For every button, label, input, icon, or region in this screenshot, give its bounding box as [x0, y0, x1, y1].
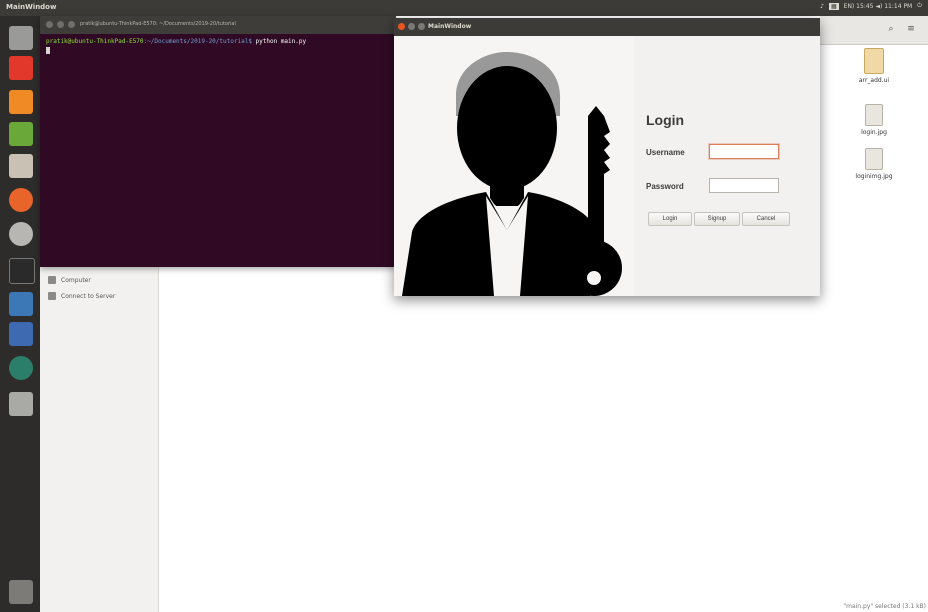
close-icon[interactable] — [46, 21, 53, 28]
user-key-illustration — [402, 52, 622, 296]
file-login-jpg[interactable]: login.jpg — [844, 104, 904, 136]
firefox-icon[interactable] — [9, 188, 33, 212]
prompt-path: :~/Documents/2019-20/tutorial$ — [143, 38, 252, 45]
login-window-titlebar[interactable]: MainWindow — [394, 18, 820, 36]
sidebar-item-connect-to-server[interactable]: Connect to Server — [48, 292, 115, 300]
terminal-cursor — [46, 47, 50, 54]
minimize-icon[interactable] — [408, 23, 415, 30]
maximize-icon[interactable] — [68, 21, 75, 28]
status-bar-text: "main.py" selected (3.1 kB) — [843, 603, 926, 610]
file-manager-toolbar: ⌕ ≡ — [820, 16, 928, 45]
image-file-icon — [865, 148, 883, 170]
username-label: Username — [646, 148, 685, 157]
username-field[interactable] — [709, 144, 779, 159]
password-label: Password — [646, 182, 684, 191]
ui-file-icon — [864, 48, 884, 74]
minimize-icon[interactable] — [57, 21, 64, 28]
disk-icon[interactable] — [9, 392, 33, 416]
cancel-button[interactable]: Cancel — [742, 212, 790, 226]
gedit-icon[interactable] — [9, 122, 33, 146]
ubuntu-software-icon[interactable] — [9, 56, 33, 80]
file-name: loginimg.jpg — [855, 173, 893, 180]
file-name: arr_add.ui — [858, 77, 890, 84]
ide-icon[interactable] — [9, 322, 33, 346]
sound-icon[interactable]: ♪ — [820, 3, 824, 10]
login-button[interactable]: Login — [648, 212, 692, 226]
sidebar-item-label: Connect to Server — [61, 292, 116, 300]
python-icon[interactable] — [9, 292, 33, 316]
search-icon[interactable]: ⌕ — [886, 24, 896, 34]
settings-icon[interactable] — [9, 222, 33, 246]
image-file-icon — [865, 104, 883, 126]
login-heading: Login — [646, 112, 685, 128]
maximize-icon[interactable] — [418, 23, 425, 30]
sublime-text-icon[interactable] — [9, 90, 33, 114]
keyboard-icon[interactable]: ▦ — [828, 2, 839, 10]
terminal-title: pratik@ubuntu-ThinkPad-E570: ~/Documents… — [80, 21, 236, 27]
login-window[interactable]: MainWindow Login Username Password Login… — [394, 18, 820, 296]
file-loginimg-jpg[interactable]: loginimg.jpg — [844, 148, 904, 180]
active-window-title: MainWindow — [6, 3, 57, 11]
ubuntu-dash-icon[interactable] — [9, 26, 33, 50]
password-field[interactable] — [709, 178, 779, 193]
terminal-titlebar[interactable]: pratik@ubuntu-ThinkPad-E570: ~/Documents… — [40, 16, 396, 34]
terminal-command: python main.py — [251, 38, 307, 45]
system-tray: ♪ ▦ EN) 15:45 ◄) 11:14 PM ⏻ — [820, 2, 922, 10]
server-icon — [48, 292, 56, 300]
prompt-user: pratik@ubuntu-ThinkPad-E570 — [46, 38, 144, 45]
earth-icon[interactable] — [9, 356, 33, 380]
computer-icon — [48, 276, 56, 284]
user-key-image — [394, 36, 634, 296]
file-arr-add-ui[interactable]: arr_add.ui — [844, 48, 904, 84]
menu-icon[interactable]: ≡ — [906, 24, 916, 34]
terminal-command-line: pratik@ubuntu-ThinkPad-E570:~/Documents/… — [46, 38, 306, 45]
tray-status-text[interactable]: EN) 15:45 ◄) 11:14 PM — [844, 3, 913, 10]
top-panel: MainWindow ♪ ▦ EN) 15:45 ◄) 11:14 PM ⏻ — [0, 0, 928, 16]
files-icon[interactable] — [9, 154, 33, 178]
close-icon[interactable] — [398, 23, 405, 30]
sidebar-item-computer[interactable]: Computer — [48, 276, 91, 284]
login-window-title: MainWindow — [428, 23, 472, 30]
sidebar-item-label: Computer — [61, 276, 91, 284]
file-name: login.jpg — [861, 129, 887, 136]
terminal-icon[interactable] — [9, 258, 35, 284]
launcher — [0, 16, 40, 612]
signup-button[interactable]: Signup — [694, 212, 740, 226]
terminal-window[interactable]: pratik@ubuntu-ThinkPad-E570: ~/Documents… — [40, 16, 396, 267]
file-manager-sidebar: Computer Connect to Server — [40, 266, 159, 612]
power-icon[interactable]: ⏻ — [917, 2, 922, 10]
trash-icon[interactable] — [9, 580, 33, 604]
